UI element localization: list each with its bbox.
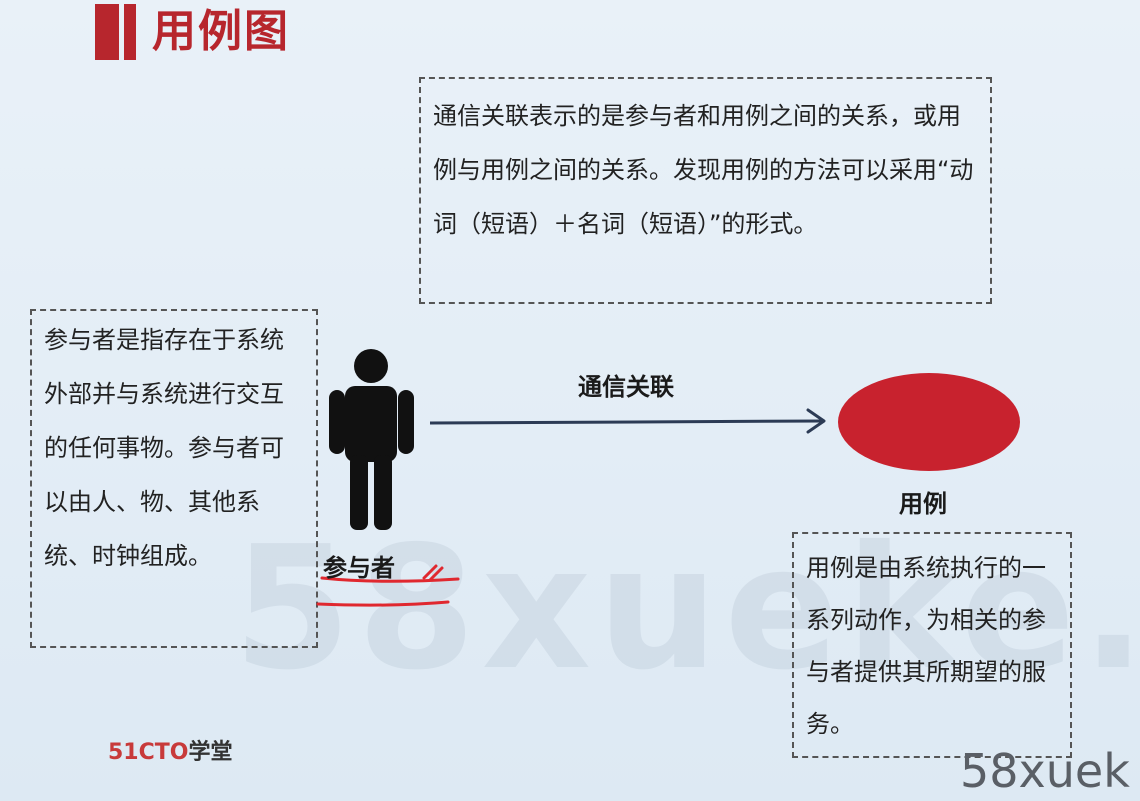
brand-logo: 51CTO学堂 [108, 734, 233, 766]
usecase-ellipse [838, 373, 1020, 471]
association-label: 通信关联 [578, 373, 674, 401]
association-arrow [429, 408, 826, 434]
actor-label: 参与者 [323, 554, 395, 582]
diagram-canvas [316, 349, 1020, 607]
actor-icon [329, 349, 414, 530]
corner-watermark: 58xuek [960, 744, 1130, 798]
brand-logo-suffix: 学堂 [188, 740, 233, 765]
usecase-label: 用例 [899, 490, 947, 518]
brand-logo-name: 51CTO [108, 740, 189, 765]
